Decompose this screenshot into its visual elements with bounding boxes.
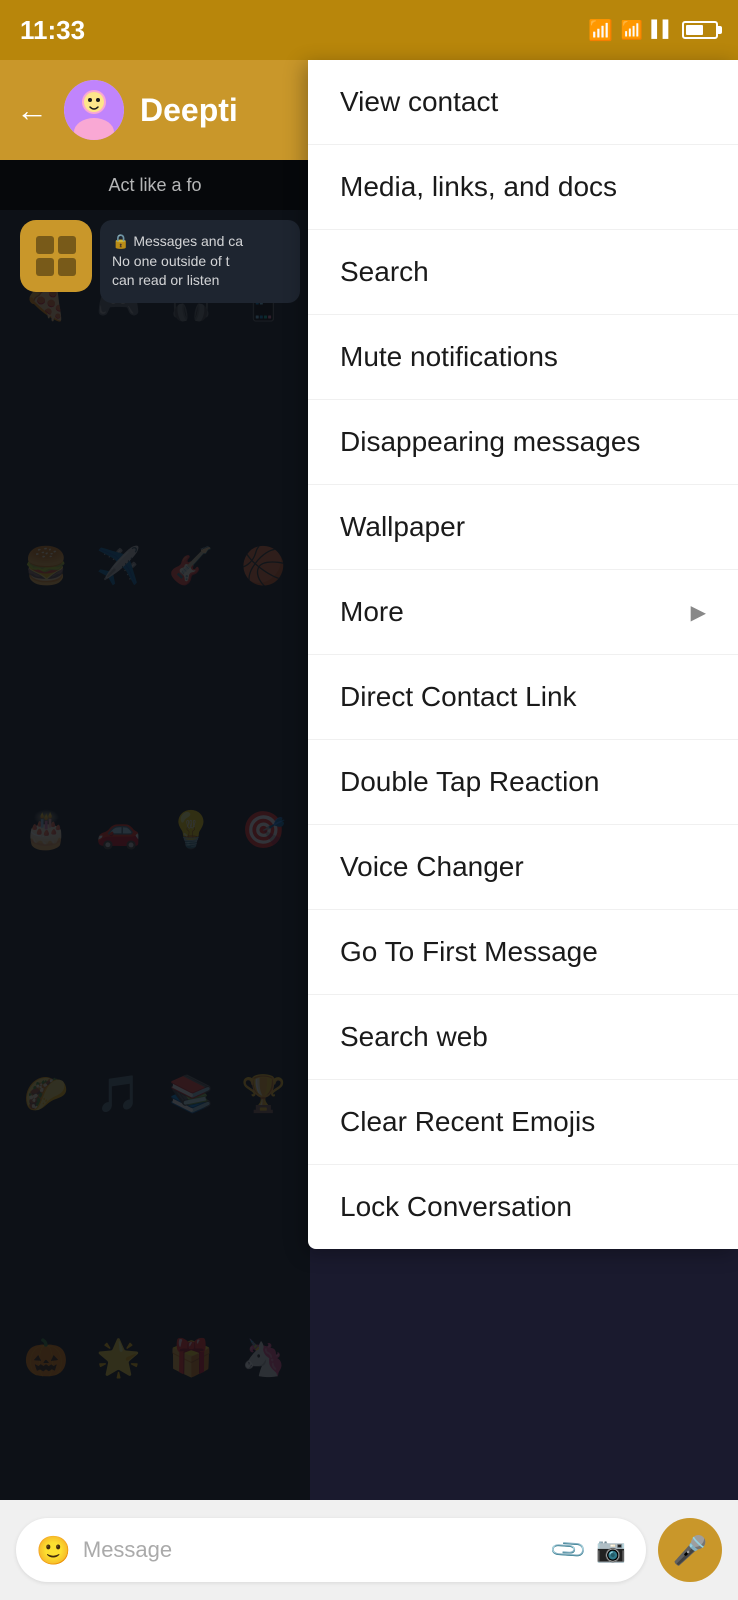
menu-item-disappearing-messages[interactable]: Disappearing messages [308,400,738,485]
status-icons: 📶 📶 ▌▌ [588,18,718,43]
menu-label-search: Search [340,256,429,288]
pattern-icon: 🏆 [238,972,291,1216]
menu-label-mute-notifications: Mute notifications [340,341,558,373]
back-button[interactable]: ← [16,92,48,129]
menu-item-direct-contact-link[interactable]: Direct Contact Link [308,655,738,740]
chat-background: 🍕🎮🎧📱🍔✈️🎸🏀🎂🚗💡🎯🌮🎵📚🏆🎃🌟🎁🦄 [0,160,310,1500]
icon-dot-1 [36,236,54,254]
pattern-icon: 🚗 [93,708,146,952]
menu-item-lock-conversation[interactable]: Lock Conversation [308,1165,738,1249]
menu-item-go-to-first-message[interactable]: Go To First Message [308,910,738,995]
chevron-right-icon: ▶ [691,600,706,625]
icon-dot-4 [58,258,76,276]
contact-avatar[interactable] [64,80,124,140]
status-time: 11:33 [20,15,85,46]
pattern-icon: 🎁 [165,1236,218,1480]
pattern-icon: 📚 [165,972,218,1216]
battery-icon [682,21,718,39]
menu-item-double-tap-reaction[interactable]: Double Tap Reaction [308,740,738,825]
status-bar: 11:33 📶 📶 ▌▌ [0,0,738,60]
icon-bubble [20,220,92,292]
menu-item-clear-recent-emojis[interactable]: Clear Recent Emojis [308,1080,738,1165]
menu-item-search-web[interactable]: Search web [308,995,738,1080]
menu-label-media-links-docs: Media, links, and docs [340,171,617,203]
pattern-icon: 🏀 [238,444,291,688]
signal-icon-2: ▌▌ [651,21,674,39]
encryption-bubble: 🔒 Messages and caNo one outside of tcan … [100,220,300,303]
icon-bubble-inner [36,236,76,276]
attach-button[interactable]: 📎 [548,1529,590,1571]
menu-item-more[interactable]: More ▶ [308,570,738,655]
menu-label-disappearing-messages: Disappearing messages [340,426,640,458]
menu-item-voice-changer[interactable]: Voice Changer [308,825,738,910]
pattern-icon: 🌮 [20,972,73,1216]
menu-item-mute-notifications[interactable]: Mute notifications [308,315,738,400]
signal-icon-1: 📶 [621,20,643,41]
pattern-icon: 🎯 [238,708,291,952]
menu-label-lock-conversation: Lock Conversation [340,1191,572,1223]
menu-label-search-web: Search web [340,1021,488,1053]
pattern-icon: 🌟 [93,1236,146,1480]
message-input-field[interactable]: 🙂 Message 📎 📷 [16,1518,646,1582]
encryption-text: 🔒 Messages and caNo one outside of tcan … [112,232,288,291]
wifi-icon: 📶 [588,18,613,43]
chat-subheader-text: Act like a fo [108,175,201,196]
menu-item-search[interactable]: Search [308,230,738,315]
menu-label-double-tap-reaction: Double Tap Reaction [340,766,599,798]
menu-label-view-contact: View contact [340,86,498,118]
pattern-icon: 🎸 [165,444,218,688]
context-menu: View contact Media, links, and docs Search… [308,60,738,1249]
menu-item-view-contact[interactable]: View contact [308,60,738,145]
menu-item-wallpaper[interactable]: Wallpaper [308,485,738,570]
mic-button[interactable]: 🎤 [658,1518,722,1582]
input-bar: 🙂 Message 📎 📷 🎤 [0,1500,738,1600]
pattern-icon: 🎃 [20,1236,73,1480]
mic-icon: 🎤 [673,1534,708,1567]
menu-label-wallpaper: Wallpaper [340,511,465,543]
emoji-button[interactable]: 🙂 [36,1534,71,1567]
icon-dot-3 [36,258,54,276]
menu-label-direct-contact-link: Direct Contact Link [340,681,577,713]
pattern-icon: 🦄 [238,1236,291,1480]
chat-subheader: Act like a fo [0,160,310,210]
menu-label-voice-changer: Voice Changer [340,851,524,883]
bg-pattern: 🍕🎮🎧📱🍔✈️🎸🏀🎂🚗💡🎯🌮🎵📚🏆🎃🌟🎁🦄 [0,160,310,1500]
message-placeholder: Message [83,1537,542,1563]
menu-item-media-links-docs[interactable]: Media, links, and docs [308,145,738,230]
icon-dot-2 [58,236,76,254]
pattern-icon: ✈️ [93,444,146,688]
pattern-icon: 🍕 [20,180,73,424]
menu-label-more: More [340,596,404,628]
pattern-icon: 💡 [165,708,218,952]
menu-label-clear-recent-emojis: Clear Recent Emojis [340,1106,595,1138]
pattern-icon: 🎵 [93,972,146,1216]
menu-label-go-to-first-message: Go To First Message [340,936,598,968]
camera-button[interactable]: 📷 [596,1536,626,1565]
pattern-icon: 🎂 [20,708,73,952]
pattern-icon: 🍔 [20,444,73,688]
